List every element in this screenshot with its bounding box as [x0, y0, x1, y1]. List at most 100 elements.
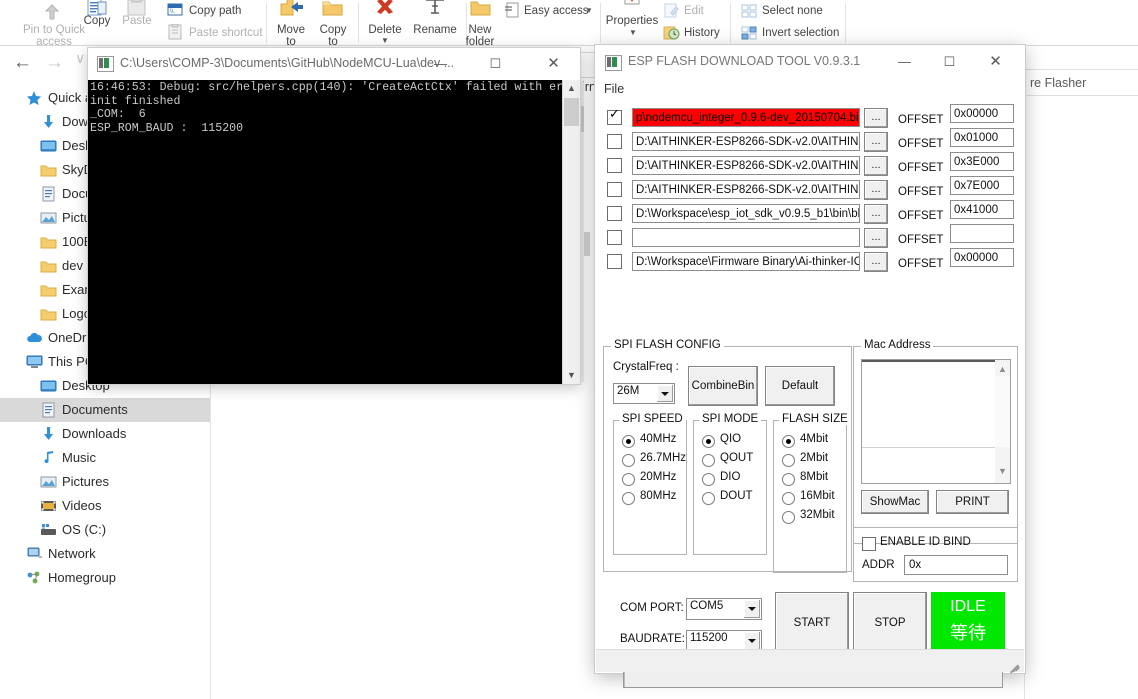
esp-minimize-button[interactable]: — — [882, 46, 927, 78]
download-path-checkbox[interactable] — [607, 158, 622, 173]
ribbon-paste-shortcut[interactable]: Paste shortcut — [189, 27, 263, 39]
delete-dropdown-caret[interactable]: ▼ — [381, 36, 389, 45]
offset-input[interactable]: 0x01000 — [950, 128, 1014, 147]
download-path-input[interactable]: D:\AITHINKER-ESP8266-SDK-v2.0\AITHINKER- — [632, 156, 860, 175]
esp-close-button[interactable]: ✕ — [973, 46, 1018, 78]
sidebar-item-downloads[interactable]: Downloads — [0, 422, 210, 446]
ribbon-copy-path[interactable]: Copy path — [189, 5, 241, 17]
resize-grip[interactable] — [1008, 657, 1022, 674]
download-path-checkbox[interactable] — [607, 230, 622, 245]
ribbon-easy-access[interactable]: Easy access — [524, 5, 589, 17]
baudrate-dropdown-icon[interactable] — [744, 632, 760, 650]
offset-input[interactable]: 0x41000 — [950, 200, 1014, 219]
spi-speed-80mhz[interactable]: 80MHz — [622, 490, 684, 506]
ribbon-copy-to[interactable]: Copy to — [313, 24, 353, 48]
browse-button[interactable]: ... — [864, 132, 888, 152]
console-title-bar[interactable]: C:\Users\COMP-3\Documents\GitHub\NodeMCU… — [88, 48, 580, 80]
console-close-button[interactable]: ✕ — [531, 48, 576, 80]
download-path-input[interactable]: D:\AITHINKER-ESP8266-SDK-v2.0\AITHINKER- — [632, 132, 860, 151]
addr-input[interactable]: 0x — [904, 555, 1008, 575]
mac-address-textbox[interactable]: ▲ ▼ — [861, 359, 1011, 484]
flash-size-16mbit[interactable]: 16Mbit — [782, 490, 844, 506]
download-path-input[interactable]: D:\Workspace\esp_iot_sdk_v0.9.5_b1\bin\b… — [632, 204, 860, 223]
browse-button[interactable]: ... — [864, 204, 888, 224]
spi-mode-qio[interactable]: QIO — [702, 433, 764, 449]
download-path-checkbox[interactable] — [607, 134, 622, 149]
ribbon-rename[interactable]: Rename — [407, 24, 463, 36]
console-scrollbar[interactable]: ▲ ▼ — [562, 80, 580, 384]
spi-speed-20mhz[interactable]: 20MHz — [622, 471, 684, 487]
sidebar-item-network[interactable]: Network — [0, 542, 210, 566]
flash-size-2mbit[interactable]: 2Mbit — [782, 452, 844, 468]
ribbon-edit[interactable]: Edit — [684, 5, 704, 17]
spi-speed-40mhz[interactable]: 40MHz — [622, 433, 684, 449]
ribbon-properties[interactable]: Properties — [603, 15, 661, 27]
offset-input[interactable]: 0x7E000 — [950, 176, 1014, 195]
download-path-checkbox[interactable] — [607, 206, 622, 221]
browse-button[interactable]: ... — [864, 228, 888, 248]
print-button[interactable]: PRINT — [936, 490, 1009, 514]
show-mac-button[interactable]: ShowMac — [861, 490, 929, 514]
flash-size-32mbit[interactable]: 32Mbit — [782, 509, 844, 525]
console-scroll-down-icon[interactable]: ▼ — [563, 367, 580, 384]
sidebar-item-music[interactable]: Music — [0, 446, 210, 470]
back-button[interactable]: ← — [13, 52, 32, 74]
spi-mode-dout[interactable]: DOUT — [702, 490, 764, 506]
mac-scroll-down-icon[interactable]: ▼ — [995, 464, 1010, 478]
mac-address-scrollbar[interactable]: ▲ ▼ — [995, 360, 1010, 483]
com-port-dropdown-icon[interactable] — [744, 600, 760, 618]
sidebar-item-pictures[interactable]: Pictures — [0, 470, 210, 494]
esp-title-bar[interactable]: ESP FLASH DOWNLOAD TOOL V0.9.3.1 — ☐ ✕ — [595, 45, 1025, 79]
start-button[interactable]: START — [775, 592, 849, 654]
console-scrollbar-thumb[interactable] — [564, 98, 579, 126]
download-path-input[interactable] — [632, 228, 860, 247]
ribbon-move-to[interactable]: Move to — [271, 24, 311, 48]
sidebar-item-homegroup[interactable]: Homegroup — [0, 566, 210, 590]
spi-mode-dio[interactable]: DIO — [702, 471, 764, 487]
offset-input[interactable] — [950, 224, 1014, 243]
crystal-freq-select[interactable]: 26M — [613, 383, 675, 404]
offset-input[interactable]: 0x3E000 — [950, 152, 1014, 171]
ribbon-delete[interactable]: Delete — [363, 24, 407, 36]
combine-bin-button[interactable]: CombineBin — [688, 366, 758, 406]
browse-button[interactable]: ... — [864, 108, 888, 128]
menu-item-file[interactable]: File — [604, 82, 624, 96]
download-path-input[interactable]: p\nodemcu_integer_0.9.6-dev_20150704.bin — [632, 108, 860, 127]
spi-mode-qout[interactable]: QOUT — [702, 452, 764, 468]
ribbon-pin-to-quick-access[interactable]: Pin to Quick access — [6, 24, 102, 48]
sidebar-item-videos[interactable]: Videos — [0, 494, 210, 518]
ribbon-copy[interactable]: Copy — [78, 15, 116, 27]
sidebar-item-documents[interactable]: Documents — [0, 398, 210, 422]
browse-button[interactable]: ... — [864, 252, 888, 272]
ribbon-invert-selection[interactable]: Invert selection — [762, 27, 839, 39]
download-path-input[interactable]: D:\AITHINKER-ESP8266-SDK-v2.0\AITHINKER- — [632, 180, 860, 199]
ribbon-history[interactable]: History — [684, 27, 720, 39]
console-scroll-up-icon[interactable]: ▲ — [563, 80, 580, 97]
com-port-select[interactable]: COM5 — [686, 598, 762, 620]
status-idle-indicator[interactable]: IDLE 等待 — [931, 592, 1005, 654]
spi-speed-26.7mhz[interactable]: 26.7MHz — [622, 452, 686, 468]
flash-size-4mbit[interactable]: 4Mbit — [782, 433, 844, 449]
easy-access-caret-icon[interactable]: ▼ — [585, 6, 593, 15]
default-button[interactable]: Default — [765, 366, 835, 406]
esp-maximize-button[interactable]: ☐ — [927, 46, 972, 78]
forward-button[interactable]: → — [45, 52, 64, 74]
download-path-checkbox[interactable] — [607, 182, 622, 197]
console-maximize-button[interactable]: ☐ — [473, 48, 518, 80]
browse-button[interactable]: ... — [864, 180, 888, 200]
ribbon-select-none[interactable]: Select none — [762, 5, 823, 17]
browse-button[interactable]: ... — [864, 156, 888, 176]
download-path-checkbox[interactable] — [607, 254, 622, 269]
enable-id-bind-checkbox[interactable] — [862, 537, 876, 551]
sidebar-item-os-c[interactable]: OS (C:) — [0, 518, 210, 542]
flash-size-8mbit[interactable]: 8Mbit — [782, 471, 844, 487]
ribbon-new-folder[interactable]: New folder — [457, 24, 503, 48]
offset-input[interactable]: 0x00000 — [950, 104, 1014, 123]
offset-input[interactable]: 0x00000 — [950, 248, 1014, 267]
console-minimize-button[interactable]: — — [418, 48, 463, 80]
recent-locations-button[interactable]: ∨ — [75, 50, 85, 67]
download-path-input[interactable]: D:\Workspace\Firmware Binary\Ai-thinker-… — [632, 252, 860, 271]
properties-caret-icon[interactable]: ▼ — [629, 28, 637, 37]
download-path-checkbox[interactable]: ✓ — [607, 108, 622, 125]
mac-scroll-up-icon[interactable]: ▲ — [995, 362, 1010, 376]
